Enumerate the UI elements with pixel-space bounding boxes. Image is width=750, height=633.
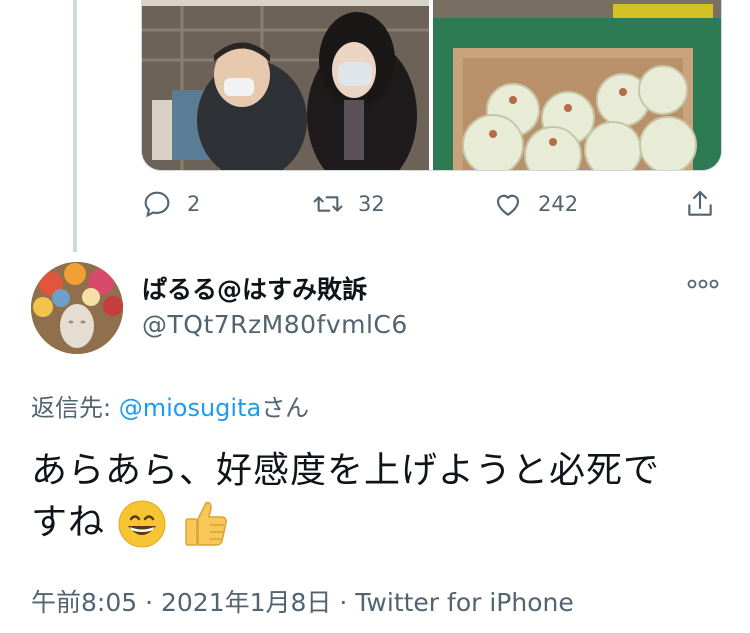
retweet-count: 32 [358, 192, 385, 216]
tweet-time[interactable]: 午前8:05 [31, 588, 137, 617]
grinning-face-emoji-icon [118, 500, 166, 548]
share-action[interactable] [684, 188, 716, 220]
retweet-icon [313, 196, 343, 212]
onions-photo-illustration [433, 0, 721, 170]
share-icon [688, 190, 712, 216]
user-handle[interactable]: @TQt7RzM80fvmlC6 [142, 310, 408, 339]
tweet-media-grid [141, 0, 722, 171]
avatar-image [31, 262, 123, 354]
more-options-icon[interactable] [686, 276, 720, 292]
avatar[interactable] [31, 262, 123, 354]
display-name[interactable]: ぱるる@はすみ敗訴 [142, 270, 367, 306]
media-photo-people[interactable] [142, 0, 429, 170]
tweet-text-line-2-text: すね [31, 502, 106, 543]
tweet-text: あらあら、好感度を上げようと必死で すね [31, 445, 721, 549]
tweet-date[interactable]: 2021年1月8日 [161, 588, 331, 617]
media-photo-onions[interactable] [433, 0, 721, 170]
replying-to-user-link[interactable]: @miosugita [119, 394, 261, 422]
reply-count: 2 [187, 192, 201, 216]
like-count: 242 [538, 192, 579, 216]
thread-connector-line [73, 0, 77, 252]
tweet-text-line-1: あらあら、好感度を上げようと必死で [31, 450, 661, 491]
like-action[interactable]: 242 [492, 188, 578, 220]
replying-to-suffix: さん [261, 394, 310, 422]
tweet-action-bar: 2 32 242 [141, 188, 721, 228]
tweet-source-link[interactable]: Twitter for iPhone [355, 588, 573, 617]
people-photo-illustration [142, 0, 429, 170]
meta-separator: · [145, 588, 154, 617]
reply-action[interactable]: 2 [141, 188, 200, 220]
tweet-metadata: 午前8:05 · 2021年1月8日 · Twitter for iPhone [31, 583, 574, 619]
meta-separator: · [339, 588, 348, 617]
tweet-text-line-2: すね [31, 497, 721, 549]
reply-icon [144, 191, 170, 218]
replying-to: 返信先: @miosugitaさん [31, 388, 309, 423]
heart-icon [496, 194, 520, 216]
replying-to-label: 返信先: [31, 394, 119, 422]
retweet-action[interactable]: 32 [312, 188, 385, 220]
thumbs-up-emoji-icon [185, 501, 227, 546]
